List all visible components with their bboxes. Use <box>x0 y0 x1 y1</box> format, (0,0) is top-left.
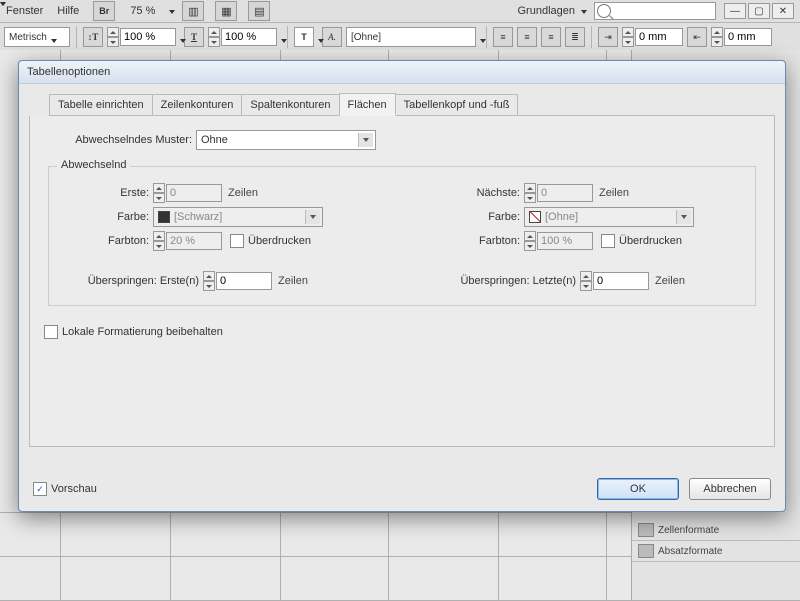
arrange-button[interactable]: ▤ <box>248 1 270 21</box>
panel-zellenformate[interactable]: Zellenformate <box>632 520 800 541</box>
farbe-dropdown-left[interactable]: [Schwarz] <box>153 207 323 227</box>
farbton-label-right: Farbton: <box>430 235 524 247</box>
skip-first-label: Überspringen: Erste(n) <box>59 275 203 287</box>
farbton-label-left: Farbton: <box>59 235 153 247</box>
dialog-tabs: Tabelle einrichten Zeilenkonturen Spalte… <box>49 93 775 116</box>
bridge-button[interactable]: Br <box>93 1 115 21</box>
type-tool-icon[interactable]: T <box>294 27 314 47</box>
char-style-dropdown[interactable]: [Ohne] <box>346 27 476 47</box>
align-right-button[interactable]: ≡ <box>541 27 561 47</box>
minimize-button[interactable]: — <box>724 3 746 19</box>
ok-button[interactable]: OK <box>597 478 679 500</box>
farbe-label-right: Farbe: <box>430 211 524 223</box>
farbe-label-left: Farbe: <box>59 211 153 223</box>
erste-label: Erste: <box>59 187 153 199</box>
alternating-fieldset: Abwechselnd Erste: Zeilen Farbe: [Schwar… <box>48 166 756 306</box>
menu-hilfe[interactable]: Hilfe <box>57 5 79 17</box>
indent-left-stepper[interactable] <box>622 27 683 47</box>
skip-last-stepper[interactable] <box>580 271 649 291</box>
skip-last-unit: Zeilen <box>655 275 685 287</box>
dialog-title: Tabellenoptionen <box>19 61 785 84</box>
pattern-label: Abwechselndes Muster: <box>44 134 196 146</box>
menu-fenster[interactable]: Fenster <box>6 5 43 17</box>
tab-tabelle-einrichten[interactable]: Tabelle einrichten <box>49 94 153 115</box>
preview-checkbox[interactable]: ✓Vorschau <box>33 482 97 496</box>
scale-y-icon: T <box>184 27 204 47</box>
tab-content: Abwechselndes Muster: Ohne Abwechselnd E… <box>29 116 775 447</box>
scale-x-stepper[interactable] <box>107 27 176 47</box>
zoom-dropdown[interactable]: 75 % <box>118 5 176 17</box>
skip-first-stepper[interactable] <box>203 271 272 291</box>
tab-flaechen[interactable]: Flächen <box>339 93 396 116</box>
chevron-down-icon <box>305 210 320 224</box>
indent-right-icon: ⇤ <box>687 27 707 47</box>
overprint-checkbox-left[interactable]: Überdrucken <box>230 234 311 248</box>
chevron-down-icon <box>169 8 176 15</box>
tab-spaltenkonturen[interactable]: Spaltenkonturen <box>241 94 339 115</box>
farbton-stepper-left[interactable] <box>153 231 222 251</box>
close-button[interactable]: ✕ <box>772 3 794 19</box>
char-style-icon: A. <box>322 27 342 47</box>
pattern-dropdown[interactable]: Ohne <box>196 130 376 150</box>
menubar: Fenster Hilfe Br 75 % ▥ ▦ ▤ Grundlagen —… <box>0 0 800 23</box>
maximize-button[interactable]: ▢ <box>748 3 770 19</box>
naechste-label: Nächste: <box>430 187 524 199</box>
para-styles-icon <box>638 544 654 558</box>
naechste-stepper[interactable] <box>524 183 593 203</box>
control-toolbar: Metrisch ↕T T T A. [Ohne] ≡ ≡ ≡ ≣ ⇥ ⇤ <box>0 23 800 52</box>
skip-first-unit: Zeilen <box>278 275 308 287</box>
chevron-down-icon <box>581 8 588 15</box>
indent-left-icon: ⇥ <box>598 27 618 47</box>
farbton-stepper-right[interactable] <box>524 231 593 251</box>
erste-unit: Zeilen <box>228 187 258 199</box>
view-mode-button-2[interactable]: ▦ <box>215 1 237 21</box>
naechste-unit: Zeilen <box>599 187 629 199</box>
scale-y-stepper[interactable] <box>208 27 277 47</box>
tab-zeilenkonturen[interactable]: Zeilenkonturen <box>152 94 243 115</box>
scale-x-icon: ↕T <box>83 27 103 47</box>
farbe-dropdown-right[interactable]: [Ohne] <box>524 207 694 227</box>
align-center-button[interactable]: ≡ <box>517 27 537 47</box>
search-icon <box>597 4 611 18</box>
indent-right-stepper[interactable] <box>711 27 772 47</box>
tab-tabellenkopf-fuss[interactable]: Tabellenkopf und -fuß <box>395 94 519 115</box>
overprint-checkbox-right[interactable]: Überdrucken <box>601 234 682 248</box>
view-mode-button-1[interactable]: ▥ <box>182 1 204 21</box>
local-formatting-checkbox[interactable]: Lokale Formatierung beibehalten <box>44 325 223 339</box>
cancel-button[interactable]: Abbrechen <box>689 478 771 500</box>
chevron-down-icon <box>676 210 691 224</box>
skip-last-label: Überspringen: Letzte(n) <box>430 275 580 287</box>
panel-absatzformate[interactable]: Absatzformate <box>632 541 800 562</box>
chevron-down-icon <box>358 133 373 147</box>
erste-stepper[interactable] <box>153 183 222 203</box>
search-input[interactable] <box>594 2 716 20</box>
units-dropdown[interactable]: Metrisch <box>4 27 70 47</box>
align-justify-button[interactable]: ≣ <box>565 27 585 47</box>
align-left-button[interactable]: ≡ <box>493 27 513 47</box>
workspace-dropdown[interactable]: Grundlagen <box>518 5 589 17</box>
cell-styles-icon <box>638 523 654 537</box>
fieldset-legend: Abwechselnd <box>57 159 130 171</box>
table-options-dialog: Tabellenoptionen ↖ Tabelle einrichten Ze… <box>18 60 786 512</box>
